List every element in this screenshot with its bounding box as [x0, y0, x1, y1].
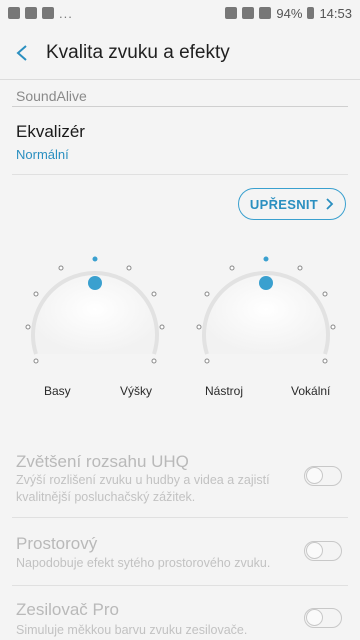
toggle-knob — [306, 609, 323, 626]
section-header-soundalive: SoundAlive — [16, 88, 87, 104]
notification-icons: ... — [8, 6, 73, 21]
image-notification-icon — [8, 7, 20, 19]
dial-right-label-treble: Výšky — [120, 384, 153, 398]
mail-notification-icon — [42, 7, 54, 19]
dial-knob — [88, 276, 102, 290]
surround-toggle[interactable] — [304, 541, 342, 561]
uhq-toggle[interactable] — [304, 466, 342, 486]
amplifier-description: Simuluje měkkou barvu zvuku zesilovače. — [16, 623, 248, 637]
system-icons: 94% 14:53 — [225, 6, 352, 21]
dial-knob — [259, 276, 273, 290]
dial-graphic — [196, 256, 336, 364]
wifi-icon — [242, 7, 255, 19]
page-title: Kvalita zvuku a efekty — [46, 41, 230, 63]
equalizer-setting[interactable]: Ekvalizér Normální — [0, 108, 360, 174]
back-button[interactable] — [0, 26, 44, 80]
uhq-title: Zvětšení rozsahu UHQ — [16, 452, 189, 471]
instrument-vocal-dial[interactable] — [191, 248, 341, 398]
divider — [12, 517, 348, 518]
amplifier-title: Zesilovač Pro — [16, 600, 119, 619]
amplifier-toggle[interactable] — [304, 608, 342, 628]
battery-level: 94% — [276, 5, 303, 21]
more-notifications-indicator: ... — [59, 5, 73, 21]
divider — [12, 585, 348, 586]
chevron-right-icon — [326, 198, 334, 210]
upresnit-button[interactable]: UPŘESNIT — [238, 188, 346, 220]
clock: 14:53 — [319, 5, 352, 21]
uhq-description: Zvýší rozlišení zvuku u hudby a videa a … — [16, 473, 270, 504]
mute-icon — [225, 7, 238, 19]
toggle-knob — [306, 467, 323, 484]
upresnit-label: UPŘESNIT — [249, 196, 319, 212]
signal-icon — [259, 7, 272, 19]
app-bar: Kvalita zvuku a efekty — [0, 26, 360, 80]
section-divider — [12, 106, 348, 107]
surround-description: Napodobuje efekt sytého prostorového zvu… — [16, 556, 271, 570]
battery-icon — [307, 7, 315, 19]
gallery-notification-icon — [25, 7, 37, 19]
equalizer-value: Normální — [16, 147, 69, 162]
equalizer-title: Ekvalizér — [16, 122, 85, 141]
dial-graphic — [25, 256, 165, 364]
back-arrow-icon — [16, 44, 27, 61]
status-bar: ... 94% 14:53 — [0, 0, 360, 26]
surround-title: Prostorový — [16, 534, 98, 553]
dial-left-label-bass: Basy — [44, 384, 71, 398]
bass-treble-dial[interactable] — [20, 248, 170, 398]
divider — [12, 174, 348, 175]
dial-right-label-vocal: Vokální — [291, 384, 331, 398]
dial-left-label-instrument: Nástroj — [205, 384, 244, 398]
toggle-knob — [306, 542, 323, 559]
